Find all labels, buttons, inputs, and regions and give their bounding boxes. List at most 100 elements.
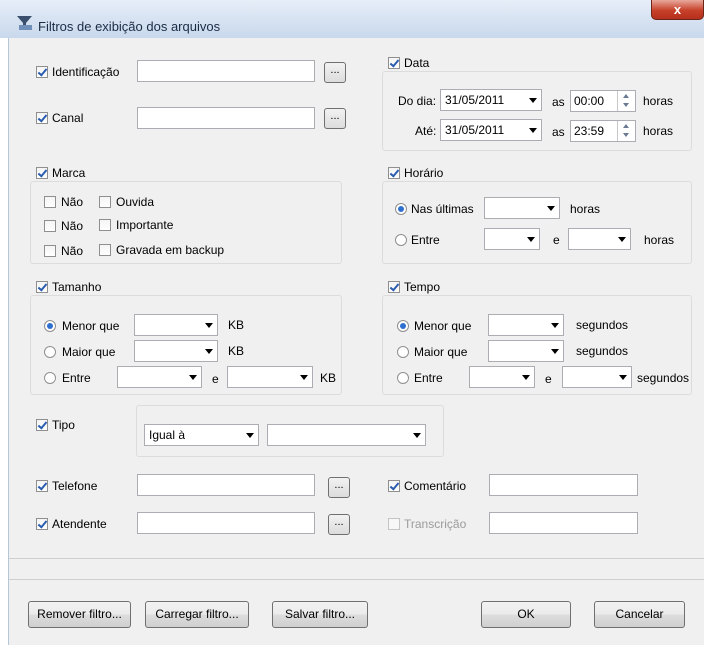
tempo-menor-select[interactable] (488, 314, 564, 336)
separator-top (9, 558, 704, 559)
horario-checkbox[interactable] (388, 167, 400, 179)
marca-checkbox[interactable] (36, 167, 48, 179)
identificacao-checkbox[interactable] (36, 66, 48, 78)
marca-nao-importante-checkbox[interactable] (44, 220, 56, 232)
atendente-checkbox[interactable] (36, 518, 48, 530)
ok-button[interactable]: OK (481, 601, 571, 628)
horario-entre-radio[interactable] (395, 234, 407, 246)
tamanho-menor-radio[interactable] (44, 320, 56, 332)
carregar-filtro-button[interactable]: Carregar filtro... (145, 601, 249, 628)
canal-input[interactable] (137, 107, 315, 129)
horario-ultimas-select[interactable] (484, 197, 560, 219)
chevron-down-icon (529, 128, 537, 133)
marca-ouvida-checkbox[interactable] (99, 196, 111, 208)
marca-nao-label-3: Não (61, 244, 84, 258)
chevron-down-icon (522, 375, 530, 380)
tamanho-entre-to-select[interactable] (227, 366, 313, 388)
horario-entre-e: e (553, 233, 560, 247)
chevron-down-icon (205, 323, 213, 328)
tipo-checkbox[interactable] (36, 419, 48, 431)
tempo-entre-radio[interactable] (397, 372, 409, 384)
tamanho-entre-radio[interactable] (44, 372, 56, 384)
tempo-menor-radio[interactable] (397, 320, 409, 332)
data-checkbox[interactable] (388, 57, 400, 69)
tempo-label: Tempo (404, 280, 441, 294)
comentario-label: Comentário (404, 479, 467, 493)
transcricao-label: Transcrição (404, 517, 467, 531)
horario-entre-horas: horas (644, 233, 675, 247)
data-from-as: as (552, 95, 565, 109)
transcricao-input[interactable] (489, 512, 638, 534)
marca-backup-checkbox[interactable] (99, 244, 111, 256)
salvar-filtro-button[interactable]: Salvar filtro... (272, 601, 368, 628)
identificacao-label: Identificação (52, 65, 120, 79)
chevron-down-icon (246, 433, 254, 438)
data-to-date[interactable]: 31/05/2011 (440, 119, 542, 141)
comentario-checkbox[interactable] (388, 480, 400, 492)
marca-nao-ouvida-checkbox[interactable] (44, 196, 56, 208)
tempo-maior-select[interactable] (488, 340, 564, 362)
tamanho-menor-select[interactable] (134, 314, 218, 336)
comentario-input[interactable] (489, 474, 638, 496)
marca-nao-backup-checkbox[interactable] (44, 245, 56, 257)
remover-filtro-button[interactable]: Remover filtro... (28, 601, 131, 628)
horario-ultimas-label: Nas últimas (411, 202, 474, 216)
canal-label: Canal (52, 111, 84, 125)
identificacao-browse-button[interactable]: ... (324, 62, 346, 83)
canal-browse-button[interactable]: ... (324, 108, 346, 129)
tamanho-maior-label: Maior que (62, 345, 116, 359)
tempo-entre-to-select[interactable] (562, 366, 632, 388)
horario-group (382, 181, 692, 264)
chevron-down-icon (551, 323, 559, 328)
canal-checkbox[interactable] (36, 112, 48, 124)
transcricao-checkbox[interactable] (388, 518, 400, 530)
atendente-input[interactable] (137, 512, 315, 534)
tamanho-entre-e: e (212, 372, 219, 386)
marca-label: Marca (52, 166, 86, 180)
tamanho-maior-radio[interactable] (44, 346, 56, 358)
tipo-label: Tipo (52, 418, 75, 432)
tempo-entre-label: Entre (414, 371, 443, 385)
atendente-browse-button[interactable]: ... (328, 514, 350, 535)
marca-backup-label: Gravada em backup (116, 243, 225, 257)
marca-importante-checkbox[interactable] (99, 219, 111, 231)
close-button[interactable]: x (651, 0, 704, 20)
data-from-date[interactable]: 31/05/2011 (440, 89, 542, 111)
chevron-down-icon (619, 375, 627, 380)
chevron-down-icon (618, 237, 626, 242)
data-from-horas: horas (643, 94, 674, 108)
tamanho-entre-from-select[interactable] (117, 366, 202, 388)
spin-arrows-icon[interactable] (617, 91, 635, 111)
data-from-time-value: 00:00 (574, 94, 605, 108)
data-to-time-value: 23:59 (574, 124, 605, 138)
telefone-input[interactable] (137, 474, 315, 496)
data-to-label: Até: (415, 124, 437, 138)
horario-entre-to-select[interactable] (568, 228, 631, 250)
tamanho-checkbox[interactable] (36, 281, 48, 293)
tempo-maior-radio[interactable] (397, 346, 409, 358)
data-to-as: as (552, 125, 565, 139)
chevron-down-icon (413, 433, 421, 438)
cancelar-button[interactable]: Cancelar (594, 601, 685, 628)
data-from-date-value: 31/05/2011 (445, 93, 505, 107)
tempo-checkbox[interactable] (388, 281, 400, 293)
tamanho-entre-unit: KB (320, 371, 337, 385)
identificacao-input[interactable] (137, 60, 315, 82)
tamanho-label: Tamanho (52, 280, 102, 294)
telefone-browse-button[interactable]: ... (328, 477, 350, 498)
spin-arrows-icon[interactable] (617, 121, 635, 141)
tipo-value-select[interactable] (267, 424, 426, 446)
data-to-time[interactable]: 23:59 (570, 120, 636, 142)
horario-entre-from-select[interactable] (484, 228, 540, 250)
marca-nao-label-1: Não (61, 195, 84, 209)
telefone-checkbox[interactable] (36, 480, 48, 492)
tempo-entre-from-select[interactable] (469, 366, 535, 388)
tamanho-maior-unit: KB (228, 344, 245, 358)
marca-importante-label: Importante (116, 218, 174, 232)
horario-ultimas-radio[interactable] (395, 203, 407, 215)
data-from-time[interactable]: 00:00 (570, 90, 636, 112)
tamanho-entre-label: Entre (62, 371, 91, 385)
tamanho-maior-select[interactable] (134, 340, 218, 362)
tipo-operator-select[interactable]: Igual à (144, 424, 259, 446)
window-title: Filtros de exibição dos arquivos (38, 19, 221, 34)
